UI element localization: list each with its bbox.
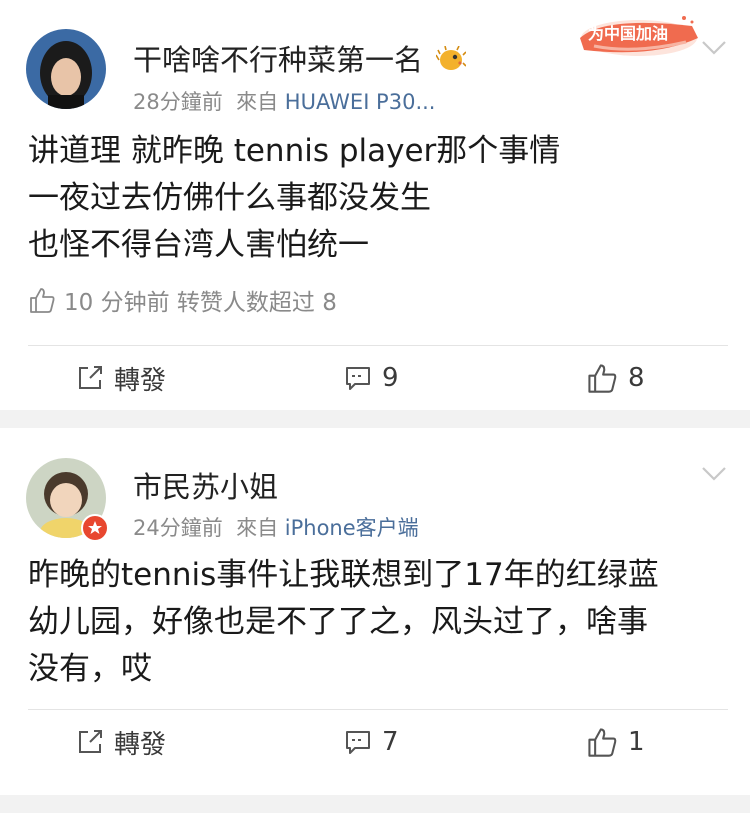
post-body-line: 幼儿园，好像也是不了了之，风头过了，啥事 [28, 604, 648, 640]
thumbs-up-icon [588, 728, 617, 757]
post-body: 昨晚的tennis事件让我联想到了17年的红绿蓝 幼儿园，好像也是不了了之，风头… [28, 552, 728, 693]
post-meta: 28分鐘前 來自 HUAWEI P30... [133, 86, 435, 116]
post-separator [0, 410, 750, 428]
share-icon [79, 366, 102, 389]
like-summary-text: 10 分钟前 转赞人数超过 8 [64, 290, 337, 316]
from-label: 來自 [236, 516, 279, 540]
comment-icon [346, 731, 370, 754]
chevron-down-icon[interactable] [701, 466, 727, 482]
repost-button[interactable]: 轉發 [76, 348, 166, 408]
post-card-1: 干啥啥不行种菜第一名 28分鐘前 來自 HUAWEI P30... 为中国加油 … [0, 0, 750, 410]
action-bar: 轉發 7 1 [0, 712, 750, 772]
like-count: 1 [628, 727, 645, 757]
comment-count: 9 [382, 363, 399, 393]
thumbs-up-icon [588, 364, 617, 393]
post-card-2: 市民苏小姐 24分鐘前 來自 iPhone客户端 昨晚的tennis事件让我联想… [0, 428, 750, 795]
like-button[interactable]: 8 [586, 348, 645, 408]
avatar[interactable] [26, 29, 106, 109]
username-text: 干啥啥不行种菜第一名 [133, 43, 424, 77]
post-body-line: 昨晚的tennis事件让我联想到了17年的红绿蓝 [28, 557, 659, 593]
username[interactable]: 干啥啥不行种菜第一名 [133, 37, 467, 79]
like-summary[interactable]: 10 分钟前 转赞人数超过 8 [28, 283, 337, 317]
post-time: 24分鐘前 [133, 516, 223, 540]
repost-label: 轉發 [114, 365, 167, 396]
post-separator [0, 795, 750, 813]
repost-button[interactable]: 轉發 [76, 712, 166, 772]
thumbs-up-icon [30, 288, 55, 313]
like-button[interactable]: 1 [586, 712, 645, 772]
post-body-line: 一夜过去仿佛什么事都没发生 [28, 180, 431, 216]
from-label: 來自 [236, 90, 279, 114]
post-time: 28分鐘前 [133, 90, 223, 114]
repost-label: 轉發 [114, 729, 167, 760]
verified-badge [81, 514, 109, 542]
divider [28, 709, 728, 710]
username-text: 市民苏小姐 [133, 470, 279, 504]
post-body-line: 没有，哎 [28, 651, 152, 687]
post-body-line: 讲道理 就昨晚 tennis player那个事情 [28, 133, 561, 169]
comment-count: 7 [382, 727, 399, 757]
post-meta: 24分鐘前 來自 iPhone客户端 [133, 512, 419, 542]
pufferfish-icon [435, 45, 467, 70]
action-bar: 轉發 9 8 [0, 348, 750, 408]
post-source[interactable]: iPhone客户端 [285, 516, 419, 540]
post-body-line: 也怪不得台湾人害怕统一 [28, 227, 369, 263]
comment-button[interactable]: 7 [344, 712, 399, 772]
svg-text:为中国加油: 为中国加油 [588, 24, 668, 43]
username[interactable]: 市民苏小姐 [133, 464, 278, 506]
like-count: 8 [628, 363, 645, 393]
post-source[interactable]: HUAWEI P30... [285, 90, 436, 114]
comment-icon [346, 367, 370, 390]
divider [28, 345, 728, 346]
chevron-down-icon[interactable] [701, 40, 727, 56]
share-icon [79, 730, 102, 753]
comment-button[interactable]: 9 [344, 348, 399, 408]
post-body: 讲道理 就昨晚 tennis player那个事情 一夜过去仿佛什么事都没发生 … [28, 128, 728, 269]
promo-badge[interactable]: 为中国加油 [574, 8, 704, 64]
